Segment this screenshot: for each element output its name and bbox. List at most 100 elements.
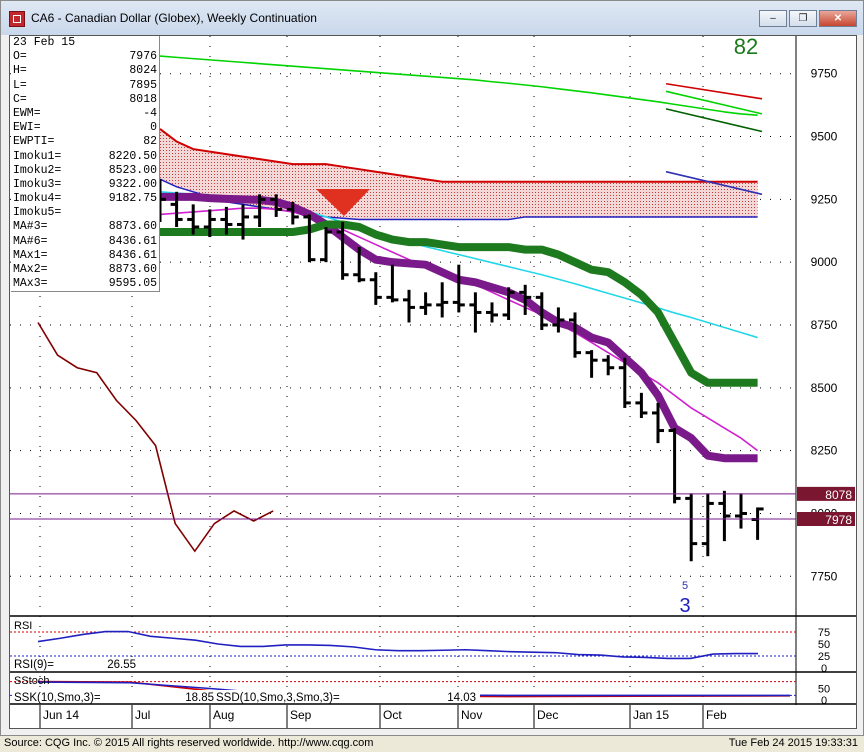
ohlc-bar <box>386 264 399 303</box>
ssd-readout-label: SSD(10,Smo,3,Smo,3)= <box>216 692 340 704</box>
ohlc-bar <box>635 392 648 418</box>
info-value: 8018 <box>129 92 157 106</box>
window-title: CA6 - Canadian Dollar (Globex), Weekly C… <box>31 11 317 25</box>
rsi-tick-label: 50 <box>818 639 830 651</box>
info-panel: 23 Feb 15 O= 7976 H= 8024 L= 7895 C= 8018 EWM= -4… <box>11 36 160 293</box>
price-tag-label: 7978 <box>825 513 852 527</box>
info-row: MAx2= 8873.60 <box>11 263 159 277</box>
restore-button[interactable]: ❐ <box>789 10 817 27</box>
info-label: O= <box>13 50 27 64</box>
rsi-readout-label: RSI(9)= <box>14 659 54 671</box>
y-tick-label: 9250 <box>811 192 838 206</box>
info-value: 9595.05 <box>108 277 157 291</box>
info-row: MAx1= 8436.61 <box>11 249 159 263</box>
info-value: 8436.61 <box>108 234 157 248</box>
title-bar[interactable]: CA6 - Canadian Dollar (Globex), Weekly C… <box>1 1 863 35</box>
info-value: 7976 <box>129 50 157 64</box>
info-label: C= <box>13 92 27 106</box>
rsi-title: RSI <box>14 620 32 632</box>
y-tick-label: 8250 <box>811 444 838 458</box>
x-tick-label: Sep <box>290 708 312 722</box>
info-label: H= <box>13 64 27 78</box>
close-button[interactable]: ✕ <box>819 10 857 27</box>
rsi-tick-label: 75 <box>818 627 830 639</box>
oscillator-line <box>37 322 274 553</box>
info-label: L= <box>13 78 27 92</box>
ohlc-bar <box>585 350 598 378</box>
ohlc-bar <box>602 355 615 376</box>
info-value: 0 <box>150 121 157 135</box>
info-label: MA#6= <box>13 234 48 248</box>
info-rows: O= 7976 H= 8024 L= 7895 C= 8018 EWM= -4 EWI= 0 EWPTI… <box>11 50 159 291</box>
info-row: EWM= -4 <box>11 107 159 121</box>
x-tick-label: Jun 14 <box>43 708 79 722</box>
info-row: MA#6= 8436.61 <box>11 235 159 249</box>
timestamp: Tue Feb 24 2015 19:33:31 <box>728 737 858 749</box>
price-tag-label: 8078 <box>825 488 852 502</box>
info-label: EWM= <box>13 106 41 120</box>
ssk-readout-label: SSK(10,Smo,3)= <box>14 692 101 704</box>
info-label: EWPTI= <box>13 135 55 149</box>
info-date: 23 Feb 15 <box>13 36 76 49</box>
info-row: Imoku5= <box>11 206 159 220</box>
wave-label: 5 <box>682 580 688 592</box>
projection-line <box>665 108 763 133</box>
ohlc-bar <box>369 272 382 305</box>
rsi-tick-label: 0 <box>821 663 827 675</box>
app-icon <box>9 11 25 27</box>
ssd-readout-value: 14.03 <box>447 692 476 704</box>
ohlc-bar <box>419 292 432 315</box>
info-label: MAx1= <box>13 248 48 262</box>
info-label: Imoku2= <box>13 163 62 177</box>
minimize-button[interactable]: – <box>759 10 787 27</box>
info-row: H= 8024 <box>11 64 159 78</box>
info-value: -4 <box>143 106 157 120</box>
y-tick-label: 9000 <box>811 255 838 269</box>
ohlc-bar <box>751 507 764 540</box>
rsi-readout-value: 26.55 <box>107 659 136 671</box>
info-value: 8220.50 <box>108 149 157 163</box>
info-row: Imoku3= 9322.00 <box>11 178 159 192</box>
stoch-tick-label: 50 <box>818 684 830 696</box>
ma-line <box>159 55 758 116</box>
info-row: Imoku4= 9182.75 <box>11 192 159 206</box>
projection-line <box>665 82 763 100</box>
info-value: 7895 <box>129 78 157 92</box>
x-tick-label: Jul <box>135 708 150 722</box>
info-value: 9322.00 <box>108 177 157 191</box>
y-tick-label: 9750 <box>811 67 838 81</box>
info-value: 8523.00 <box>108 163 157 177</box>
ohlc-bar <box>718 490 731 542</box>
rsi-line <box>37 630 758 660</box>
copyright-text: Source: CQG Inc. © 2015 All rights reser… <box>4 737 374 749</box>
info-label: Imoku5= <box>13 206 62 220</box>
info-value: 9182.75 <box>108 192 157 206</box>
ohlc-bar <box>486 302 498 323</box>
info-row: EWPTI= 82 <box>11 135 159 149</box>
ohlc-bar <box>403 289 415 323</box>
info-value: 8873.60 <box>108 263 157 276</box>
info-row: Imoku2= 8523.00 <box>11 164 159 178</box>
info-label: Imoku1= <box>13 149 62 163</box>
ohlc-bar <box>320 226 332 263</box>
chart-window: CA6 - Canadian Dollar (Globex), Weekly C… <box>0 0 864 736</box>
info-label: Imoku3= <box>13 177 62 191</box>
ohlc-bar <box>701 493 714 557</box>
info-row: O= 7976 <box>11 50 159 64</box>
status-bar: Source: CQG Inc. © 2015 All rights reser… <box>0 736 864 752</box>
rsi-tick-label: 25 <box>818 651 830 663</box>
ssk-readout-value: 18.85 <box>185 692 214 704</box>
x-tick-label: Feb <box>706 708 727 722</box>
y-tick-label: 8500 <box>811 381 838 395</box>
info-row: C= 8018 <box>11 93 159 107</box>
ohlc-bar <box>452 264 465 313</box>
info-value: 8436.61 <box>108 248 157 262</box>
ohlc-bar <box>685 493 698 562</box>
info-row: MA#3= 8873.60 <box>11 220 159 234</box>
info-label: MA#3= <box>13 220 48 234</box>
ohlc-bar <box>469 292 482 333</box>
y-tick-label: 7750 <box>811 569 838 583</box>
info-row: L= 7895 <box>11 79 159 93</box>
info-label: EWI= <box>13 121 41 135</box>
info-label: MAx3= <box>13 277 48 291</box>
